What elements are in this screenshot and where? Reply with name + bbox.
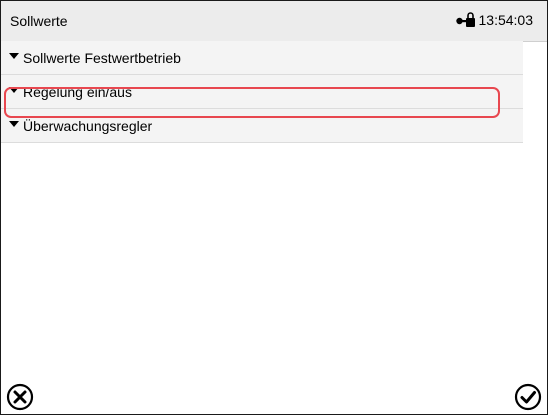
key-lock-icon (455, 12, 475, 27)
list-item-sollwerte-festwertbetrieb[interactable]: Sollwerte Festwertbetrieb (1, 41, 523, 75)
expand-arrow-icon (9, 87, 19, 93)
confirm-button[interactable] (513, 382, 543, 412)
list-item-ueberwachungsregler[interactable]: Überwachungsregler (1, 109, 523, 143)
expand-arrow-icon (9, 53, 19, 59)
settings-list: Sollwerte Festwertbetrieb Regelung ein/a… (1, 41, 523, 143)
cancel-button[interactable] (5, 382, 35, 412)
header-bar: Sollwerte 13:54:03 (1, 1, 547, 42)
clock-time: 13:54:03 (478, 12, 534, 28)
page-title: Sollwerte (10, 13, 68, 29)
list-item-regelung-ein-aus[interactable]: Regelung ein/aus (1, 75, 523, 109)
cancel-circle-icon (6, 383, 34, 411)
list-item-label: Überwachungsregler (23, 118, 153, 134)
list-item-label: Sollwerte Festwertbetrieb (23, 50, 181, 66)
list-item-label: Regelung ein/aus (23, 84, 132, 100)
status-area: 13:54:03 (455, 12, 534, 28)
expand-arrow-icon (9, 121, 19, 127)
screen-frame: Sollwerte 13:54:03 Sollwerte Festwertbet… (0, 0, 548, 415)
checkmark-circle-icon (514, 383, 542, 411)
